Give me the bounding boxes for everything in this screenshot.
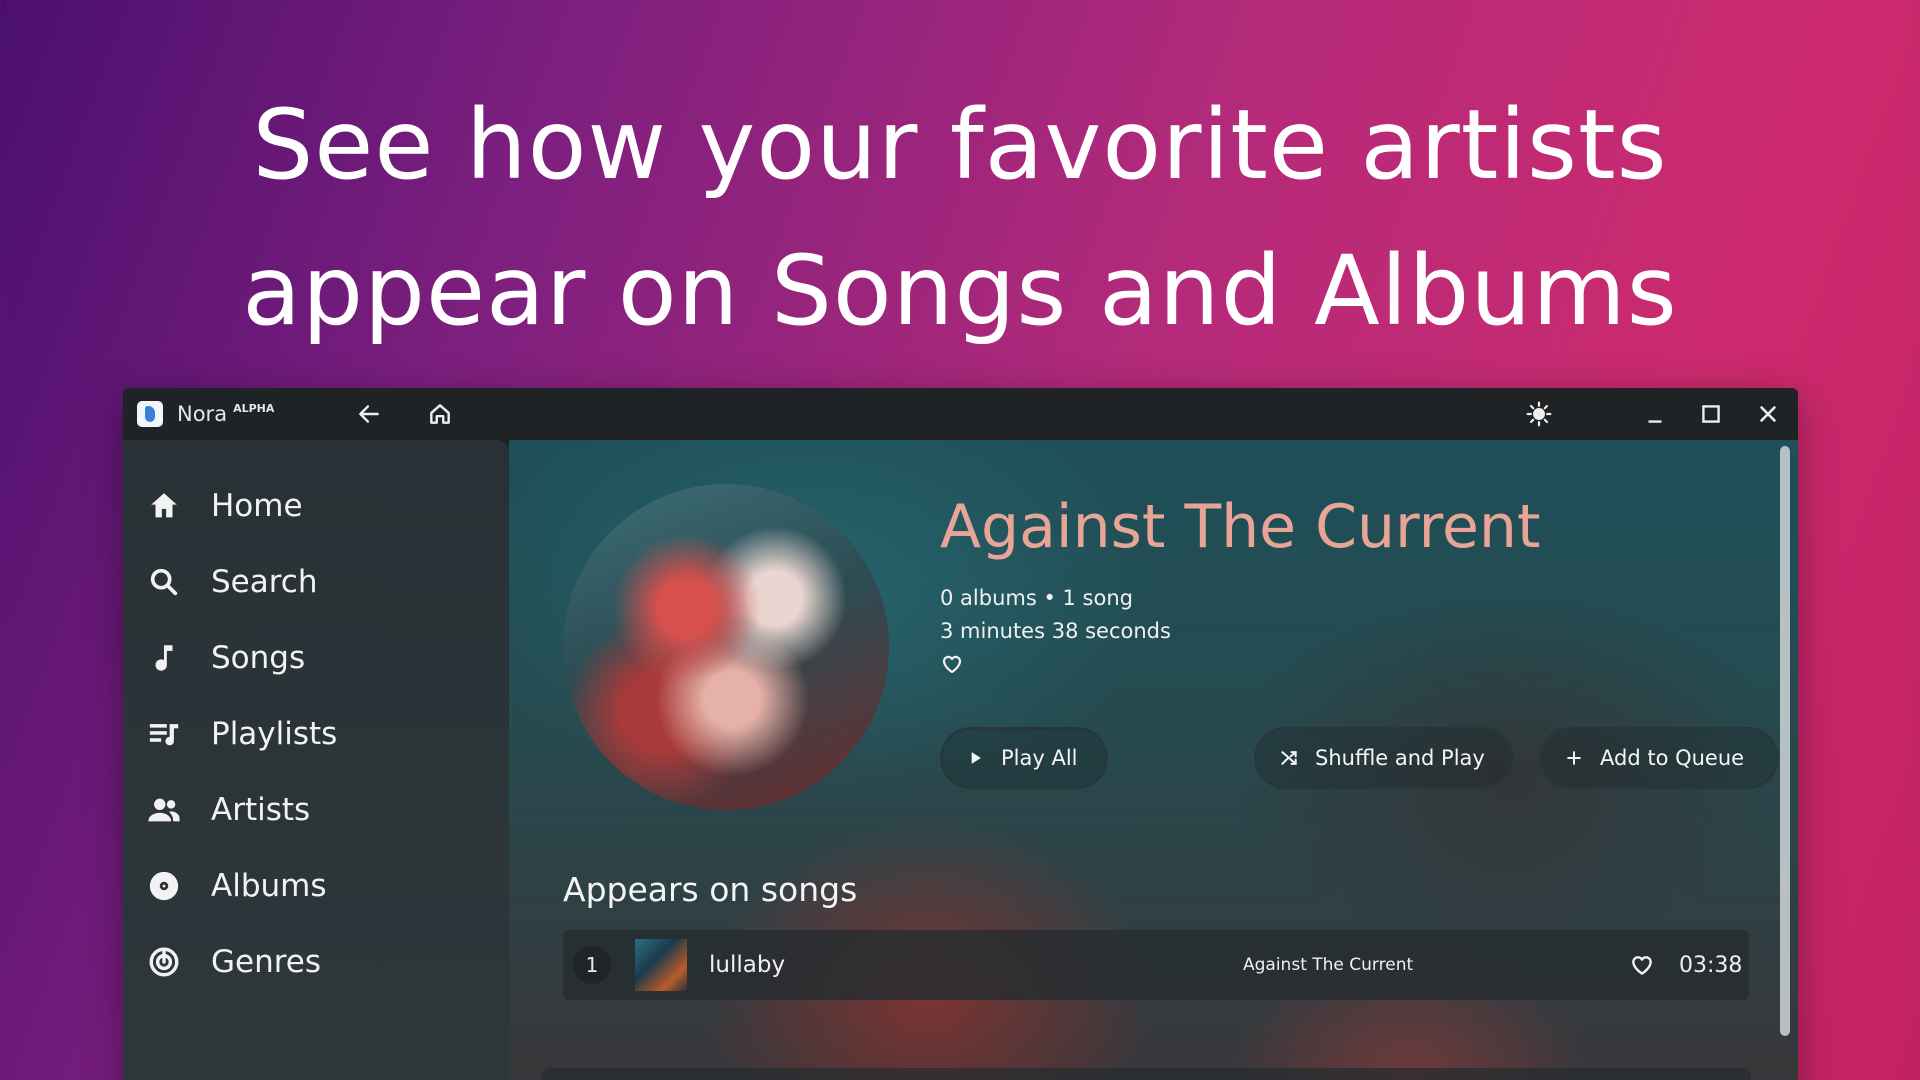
play-all-label: Play All <box>1001 746 1078 770</box>
sidebar-item-search[interactable]: Search <box>123 544 509 620</box>
sidebar-item-label: Genres <box>211 944 322 980</box>
sidebar-item-songs[interactable]: Songs <box>123 620 509 696</box>
artist-page: Against The Current 0 albums • 1 song 3 … <box>509 440 1798 1080</box>
maximize-icon[interactable] <box>1698 401 1724 427</box>
play-all-button[interactable]: Play All <box>940 727 1108 789</box>
sidebar-item-label: Albums <box>211 868 327 904</box>
sidebar-item-playlists[interactable]: Playlists <box>123 696 509 772</box>
brightness-icon[interactable] <box>1526 401 1552 427</box>
artist-stats: 0 albums • 1 song 3 minutes 38 seconds <box>940 582 1171 648</box>
sidebar-item-label: Search <box>211 564 318 600</box>
music-note-icon <box>145 639 183 677</box>
shuffle-icon <box>1281 751 1297 765</box>
minimize-icon[interactable] <box>1642 401 1668 427</box>
shuffle-and-play-label: Shuffle and Play <box>1315 746 1485 770</box>
artist-count-summary: 0 albums • 1 song <box>940 586 1133 610</box>
artist-name: Against The Current <box>940 492 1541 562</box>
sidebar-item-albums[interactable]: Albums <box>123 848 509 924</box>
sidebar-item-genres[interactable]: Genres <box>123 924 509 1000</box>
headline-line-2: appear on Songs and Albums <box>242 235 1678 347</box>
artist-image <box>563 484 889 810</box>
sidebar-item-home[interactable]: Home <box>123 468 509 544</box>
sidebar-item-label: Songs <box>211 640 306 676</box>
headline-line-1: See how your favorite artists <box>252 89 1668 201</box>
next-section-panel <box>541 1068 1751 1080</box>
sidebar-item-label: Home <box>211 488 303 524</box>
sidebar-item-label: Artists <box>211 792 311 828</box>
song-title[interactable]: lullaby <box>709 952 785 978</box>
app-badge: ALPHA <box>233 401 275 415</box>
sidebar: Home Search Songs Playlists Artists Albu… <box>123 440 509 1080</box>
app-name: Nora <box>177 402 228 426</box>
appears-on-songs-heading: Appears on songs <box>563 870 858 909</box>
home-icon <box>145 487 183 525</box>
add-to-queue-label: Add to Queue <box>1600 746 1745 770</box>
song-duration: 03:38 <box>1679 952 1743 978</box>
people-icon <box>145 791 183 829</box>
genre-icon <box>145 943 183 981</box>
album-disc-icon <box>145 867 183 905</box>
play-icon <box>971 752 981 764</box>
title-bar: Nora ALPHA <box>123 388 1798 440</box>
sidebar-item-label: Playlists <box>211 716 338 752</box>
add-to-queue-button[interactable]: Add to Queue <box>1539 727 1779 789</box>
song-row[interactable]: 1 lullaby Against The Current 03:38 <box>563 930 1749 1000</box>
favorite-artist-heart-icon[interactable] <box>940 652 966 678</box>
song-cover-art <box>635 939 687 991</box>
song-index: 1 <box>573 946 611 984</box>
app-window: Nora ALPHA Home Search Songs Playlists A… <box>123 388 1798 1080</box>
song-artist[interactable]: Against The Current <box>1243 955 1413 975</box>
scrollbar[interactable] <box>1780 446 1790 1036</box>
home-icon[interactable] <box>427 401 453 427</box>
favorite-song-heart-icon[interactable] <box>1629 952 1655 978</box>
playlist-icon <box>145 715 183 753</box>
promo-headline: See how your favorite artists appear on … <box>0 72 1920 364</box>
shuffle-and-play-button[interactable]: Shuffle and Play <box>1254 727 1514 789</box>
artist-duration: 3 minutes 38 seconds <box>940 619 1171 643</box>
plus-icon <box>1567 751 1581 765</box>
back-arrow-icon[interactable] <box>356 401 382 427</box>
search-icon <box>145 563 183 601</box>
sidebar-item-artists[interactable]: Artists <box>123 772 509 848</box>
close-icon[interactable] <box>1755 401 1781 427</box>
app-logo-icon <box>137 401 163 427</box>
